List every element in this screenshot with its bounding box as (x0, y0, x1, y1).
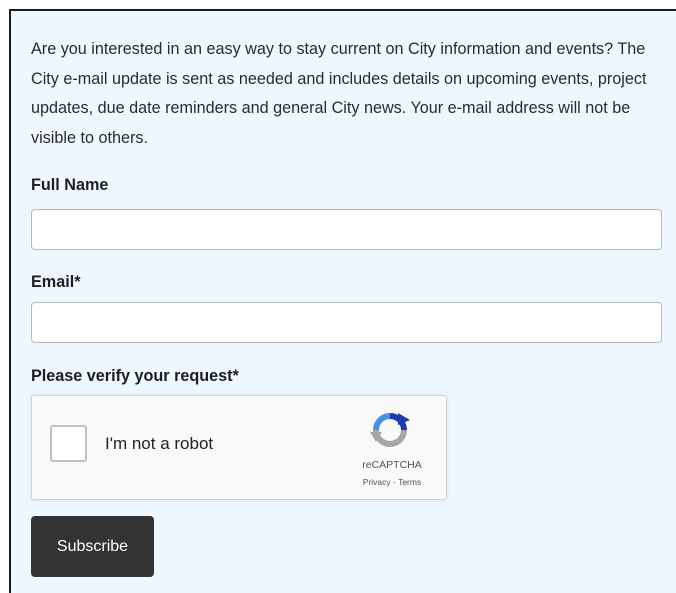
email-label: Email* (31, 273, 81, 291)
subscribe-panel: Are you interested in an easy way to sta… (9, 9, 676, 593)
verify-label: Please verify your request* (31, 367, 239, 385)
intro-text: Are you interested in an easy way to sta… (31, 40, 647, 147)
recaptcha-link-separator: - (390, 477, 399, 487)
recaptcha-brand: reCAPTCHA (362, 459, 422, 471)
recaptcha-checkbox-label: I'm not a robot (105, 434, 214, 453)
recaptcha-terms-link[interactable]: Terms (398, 477, 421, 487)
subscribe-button[interactable]: Subscribe (31, 516, 154, 577)
full-name-label: Full Name (31, 176, 109, 194)
email-input[interactable] (31, 302, 662, 343)
full-name-input[interactable] (31, 209, 662, 250)
recaptcha-links: Privacy - Terms (332, 477, 452, 487)
recaptcha-widget: I'm not a robot reCAPTCHA Privacy - Term… (31, 395, 447, 500)
recaptcha-privacy-link[interactable]: Privacy (363, 477, 391, 487)
recaptcha-logo-icon (370, 413, 410, 447)
recaptcha-checkbox[interactable] (50, 425, 87, 462)
